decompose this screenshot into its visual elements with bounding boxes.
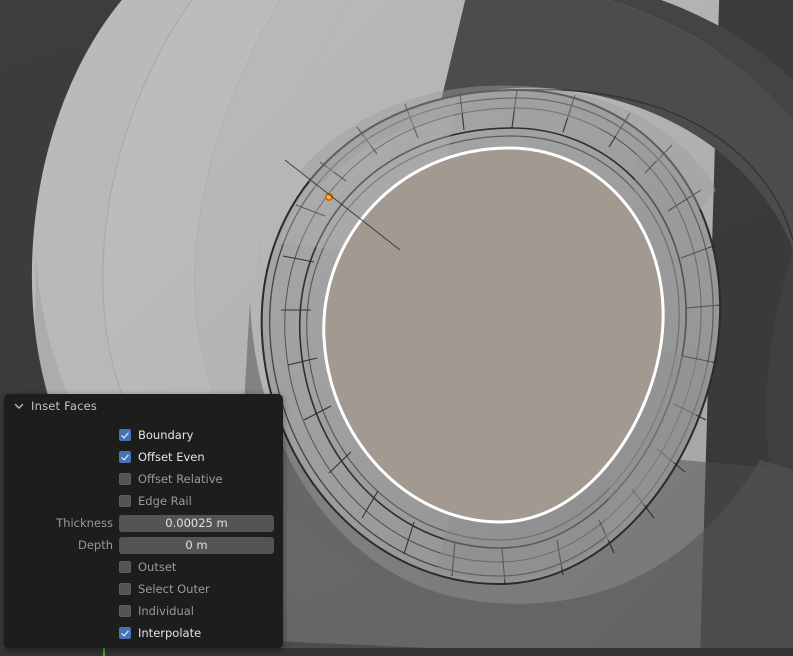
row-label-spacer: . [4, 626, 119, 640]
checkbox-outset-label: Outset [138, 560, 177, 574]
row-edge-rail[interactable]: . Edge Rail [4, 490, 283, 512]
row-label-spacer: . [4, 450, 119, 464]
row-individual[interactable]: . Individual [4, 600, 283, 622]
checkbox-boundary-label: Boundary [138, 428, 194, 442]
timeline-playhead[interactable] [103, 648, 105, 656]
checkbox-select-outer[interactable] [119, 583, 131, 595]
row-label-spacer: . [4, 494, 119, 508]
checkbox-interpolate[interactable] [119, 627, 131, 639]
operator-panel-title: Inset Faces [31, 398, 98, 413]
row-offset-relative[interactable]: . Offset Relative [4, 468, 283, 490]
checkbox-select-outer-label: Select Outer [138, 582, 210, 596]
checkbox-individual[interactable] [119, 605, 131, 617]
label-depth: Depth [77, 538, 113, 552]
checkbox-boundary[interactable] [119, 429, 131, 441]
checkbox-outset[interactable] [119, 561, 131, 573]
operator-panel-header[interactable]: Inset Faces [4, 394, 283, 417]
field-thickness[interactable]: 0.00025 m [119, 514, 274, 532]
row-label-spacer: . [4, 472, 119, 486]
checkbox-offset-relative[interactable] [119, 473, 131, 485]
checkbox-offset-even-label: Offset Even [138, 450, 205, 464]
row-label-spacer: . [4, 560, 119, 574]
timeline-strip[interactable] [0, 648, 793, 656]
row-label-spacer: . [4, 604, 119, 618]
row-interpolate[interactable]: . Interpolate [4, 622, 283, 644]
chevron-down-icon[interactable] [13, 400, 25, 412]
row-label-spacer: . [4, 582, 119, 596]
row-outset[interactable]: . Outset [4, 556, 283, 578]
operator-panel-body: . Boundary . Offset Even . Offse [4, 417, 283, 644]
row-offset-even[interactable]: . Offset Even [4, 446, 283, 468]
row-thickness[interactable]: Thickness 0.00025 m [4, 512, 283, 534]
operator-redo-panel[interactable]: Inset Faces . Boundary . Offset Even [4, 394, 283, 648]
row-depth[interactable]: Depth 0 m [4, 534, 283, 556]
checkbox-offset-even[interactable] [119, 451, 131, 463]
row-label-spacer: . [4, 428, 119, 442]
checkbox-edge-rail[interactable] [119, 495, 131, 507]
blender-window: Inset Faces . Boundary . Offset Even [0, 0, 793, 656]
checkbox-individual-label: Individual [138, 604, 195, 618]
checkbox-offset-relative-label: Offset Relative [138, 472, 223, 486]
label-thickness: Thickness [56, 516, 113, 530]
checkbox-edge-rail-label: Edge Rail [138, 494, 192, 508]
row-select-outer[interactable]: . Select Outer [4, 578, 283, 600]
checkbox-interpolate-label: Interpolate [138, 626, 202, 640]
field-depth[interactable]: 0 m [119, 536, 274, 554]
row-boundary[interactable]: . Boundary [4, 424, 283, 446]
